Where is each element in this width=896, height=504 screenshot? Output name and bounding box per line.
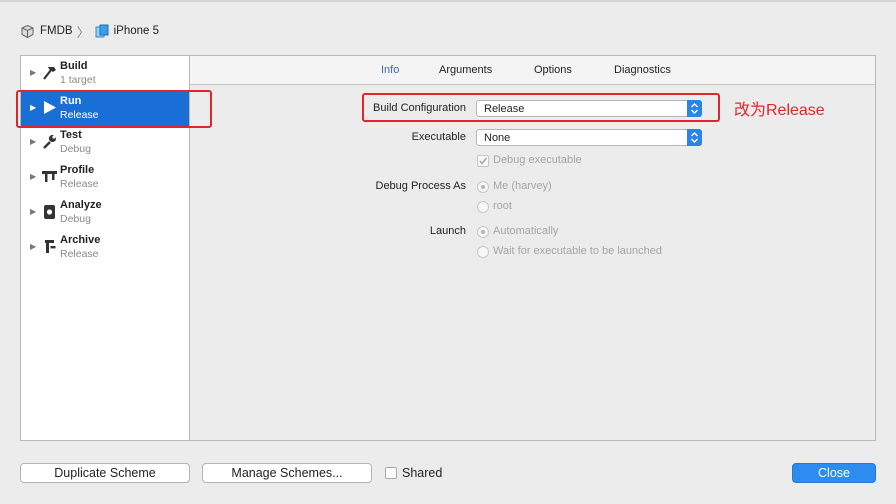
tab-arguments[interactable]: Arguments [439, 64, 492, 76]
sidebar-item-build[interactable]: ▶ Build 1 target [21, 57, 189, 91]
disclosure-triangle-icon[interactable]: ▶ [30, 207, 36, 216]
wrench-icon [43, 134, 57, 149]
debug-process-me-radio[interactable] [477, 181, 489, 193]
tab-diagnostics[interactable]: Diagnostics [614, 64, 671, 76]
launch-wait-label: Wait for executable to be launched [493, 245, 662, 257]
launch-label: Launch [429, 225, 466, 237]
sidebar-item-test[interactable]: ▶ Test Debug [21, 126, 189, 160]
caliper-icon [42, 171, 57, 182]
breadcrumb-project[interactable]: FMDB [20, 24, 73, 39]
sidebar-item-subtitle: Release [60, 178, 99, 190]
executable-value: None [484, 132, 511, 144]
sidebar-item-subtitle: Release [60, 248, 99, 260]
disclosure-triangle-icon[interactable]: ▶ [30, 172, 36, 181]
updown-arrows-icon [687, 129, 702, 146]
tab-info[interactable]: Info [381, 64, 399, 76]
disclosure-triangle-icon[interactable]: ▶ [30, 68, 36, 77]
chevron-right-icon: 〉 [76, 24, 90, 40]
disclosure-triangle-icon[interactable]: ▶ [30, 137, 36, 146]
analyze-icon [44, 205, 55, 219]
disclosure-triangle-icon[interactable]: ▶ [30, 242, 36, 251]
executable-label: Executable [411, 131, 466, 143]
breadcrumb-project-label: FMDB [40, 25, 73, 37]
debug-executable-label: Debug executable [493, 154, 582, 166]
tab-options[interactable]: Options [534, 64, 572, 76]
project-icon [21, 24, 34, 38]
debug-process-as-label: Debug Process As [375, 180, 467, 192]
sidebar-item-title: Profile [60, 164, 95, 176]
sidebar-item-title: Archive [60, 234, 101, 246]
sidebar-item-analyze[interactable]: ▶ Analyze Debug [21, 196, 189, 230]
shared-checkbox[interactable] [385, 467, 397, 479]
debug-process-me-label: Me (harvey) [493, 180, 552, 192]
sidebar-item-title: Test [60, 129, 82, 141]
breadcrumb: FMDB 〉 iPhone 5 [20, 22, 159, 40]
window-top-divider [0, 0, 896, 2]
debug-process-root-radio[interactable] [477, 201, 489, 213]
run-highlight-box [16, 90, 212, 128]
debug-executable-checkbox[interactable] [477, 155, 489, 167]
close-button[interactable]: Close [792, 463, 876, 483]
manage-schemes-button[interactable]: Manage Schemes... [202, 463, 372, 483]
sidebar-item-title: Analyze [60, 199, 102, 211]
sidebar-item-profile[interactable]: ▶ Profile Release [21, 161, 189, 195]
ios-device-icon [95, 24, 109, 38]
hammer-icon [43, 67, 56, 80]
breadcrumb-device-label: iPhone 5 [113, 25, 160, 37]
launch-automatically-radio[interactable] [477, 226, 489, 238]
checkmark-icon [479, 157, 488, 165]
debug-process-root-label: root [493, 200, 512, 212]
launch-automatically-label: Automatically [493, 225, 559, 237]
sidebar-item-subtitle: 1 target [60, 74, 96, 86]
tab-bar: Info Arguments Options Diagnostics [190, 56, 875, 85]
launch-wait-radio[interactable] [477, 246, 489, 258]
build-configuration-highlight-box [362, 93, 720, 122]
archive-icon [45, 240, 56, 253]
sidebar-item-subtitle: Debug [60, 213, 91, 225]
duplicate-scheme-button[interactable]: Duplicate Scheme [20, 463, 190, 483]
annotation-text: 改为Release [734, 102, 825, 119]
shared-label: Shared [402, 466, 443, 480]
sidebar-item-archive[interactable]: ▶ Archive Release [21, 231, 189, 265]
sidebar-item-subtitle: Debug [60, 143, 91, 155]
sidebar-item-title: Build [60, 60, 88, 72]
executable-popup[interactable]: None [476, 129, 702, 146]
breadcrumb-device[interactable]: iPhone 5 [95, 24, 159, 38]
